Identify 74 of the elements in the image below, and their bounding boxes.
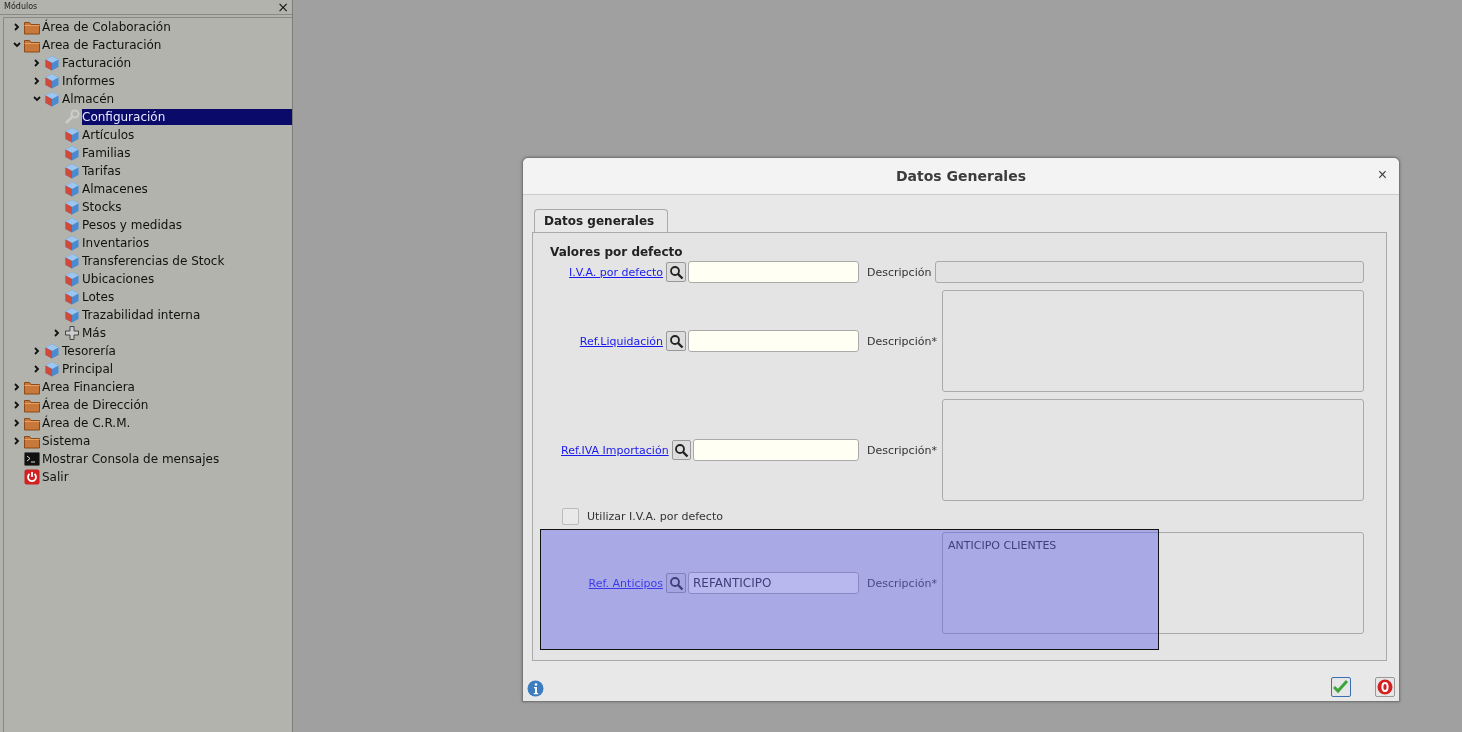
tree-item[interactable]: Salir <box>42 468 71 485</box>
cancel-button[interactable] <box>1375 677 1395 697</box>
search-button[interactable] <box>666 331 686 351</box>
field-label: Descripción* <box>867 334 935 348</box>
tree-item[interactable]: Familias <box>82 144 133 161</box>
description-field[interactable] <box>942 399 1364 501</box>
description-field[interactable]: ANTICIPO CLIENTES <box>942 532 1364 634</box>
cube-icon <box>64 162 80 179</box>
tree-item[interactable]: Ubicaciones <box>82 270 157 287</box>
cube-icon <box>64 126 80 143</box>
description-field[interactable] <box>942 290 1364 392</box>
tree-item[interactable]: Almacenes <box>82 180 150 197</box>
cube-icon <box>64 288 80 305</box>
input-field[interactable] <box>688 261 859 283</box>
tree-item[interactable]: Tesorería <box>62 342 118 359</box>
search-button[interactable] <box>666 262 686 282</box>
field-label: Descripción* <box>867 576 935 590</box>
cube-icon <box>44 54 60 71</box>
info-icon[interactable] <box>527 680 544 697</box>
tree-item[interactable]: Más <box>82 324 108 341</box>
cube-icon <box>44 342 60 359</box>
section-title: Valores por defecto <box>550 245 684 259</box>
tree-item[interactable]: Transferencias de Stock <box>82 252 227 269</box>
close-button[interactable]: × <box>1377 167 1387 183</box>
cube-icon <box>64 180 80 197</box>
search-button[interactable] <box>671 440 692 460</box>
cube-icon <box>64 216 80 233</box>
cube-icon <box>64 198 80 215</box>
tree-item[interactable]: Mostrar Consola de mensajes <box>42 450 222 467</box>
field-label: Descripción <box>867 265 933 279</box>
tree-item[interactable]: Trazabilidad interna <box>82 306 203 323</box>
tree-item[interactable]: Artículos <box>82 126 137 143</box>
tab[interactable]: Datos generales <box>534 209 669 233</box>
field-label: Descripción* <box>867 443 935 457</box>
tree-item[interactable]: Área de Colaboración <box>42 18 173 35</box>
field-link[interactable]: I.V.A. por defecto <box>569 265 663 279</box>
checkbox-label: Utilizar I.V.A. por defecto <box>587 510 723 523</box>
tree-item[interactable]: Area de Facturación <box>42 36 164 53</box>
close-icon[interactable]: × <box>277 0 289 13</box>
cube-icon <box>44 360 60 377</box>
tree-item[interactable]: Area Financiera <box>42 378 137 395</box>
cube-icon <box>44 90 60 107</box>
field-link[interactable]: Ref.IVA Importación <box>561 443 669 457</box>
cube-icon <box>64 252 80 269</box>
cube-icon <box>64 270 80 287</box>
input-field[interactable]: REFANTICIPO <box>688 572 859 594</box>
confirm-button[interactable] <box>1331 677 1351 697</box>
tree-item[interactable]: Configuración <box>82 108 292 125</box>
cube-icon <box>64 144 80 161</box>
tree-item[interactable]: Pesos y medidas <box>82 216 184 233</box>
tree-item[interactable]: Facturación <box>62 54 134 71</box>
checkbox[interactable] <box>562 508 579 525</box>
tree-item[interactable]: Stocks <box>82 198 124 215</box>
dialog-title: Datos Generales <box>896 168 1026 184</box>
field-link[interactable]: Ref.Liquidación <box>579 334 663 348</box>
terminal-icon <box>24 450 40 467</box>
tree-item[interactable]: Área de C.R.M. <box>42 414 133 431</box>
power-icon <box>24 468 40 485</box>
tree-item[interactable]: Principal <box>62 360 116 377</box>
cube-icon <box>64 306 80 323</box>
tree-item[interactable]: Almacén <box>62 90 117 107</box>
input-field[interactable] <box>688 330 859 352</box>
sidebar-title: Módulos <box>4 2 38 12</box>
tree-item[interactable]: Inventarios <box>82 234 152 251</box>
tree-item[interactable]: Área de Dirección <box>42 396 151 413</box>
tree-item[interactable]: Tarifas <box>82 162 123 179</box>
input-field[interactable] <box>693 439 859 461</box>
cube-icon <box>64 234 80 251</box>
description-field[interactable] <box>935 261 1364 283</box>
tree-item[interactable]: Lotes <box>82 288 117 305</box>
tree-item[interactable]: Sistema <box>42 432 93 449</box>
plus-icon <box>64 324 80 341</box>
cube-icon <box>44 72 60 89</box>
tree-item[interactable]: Informes <box>62 72 117 89</box>
